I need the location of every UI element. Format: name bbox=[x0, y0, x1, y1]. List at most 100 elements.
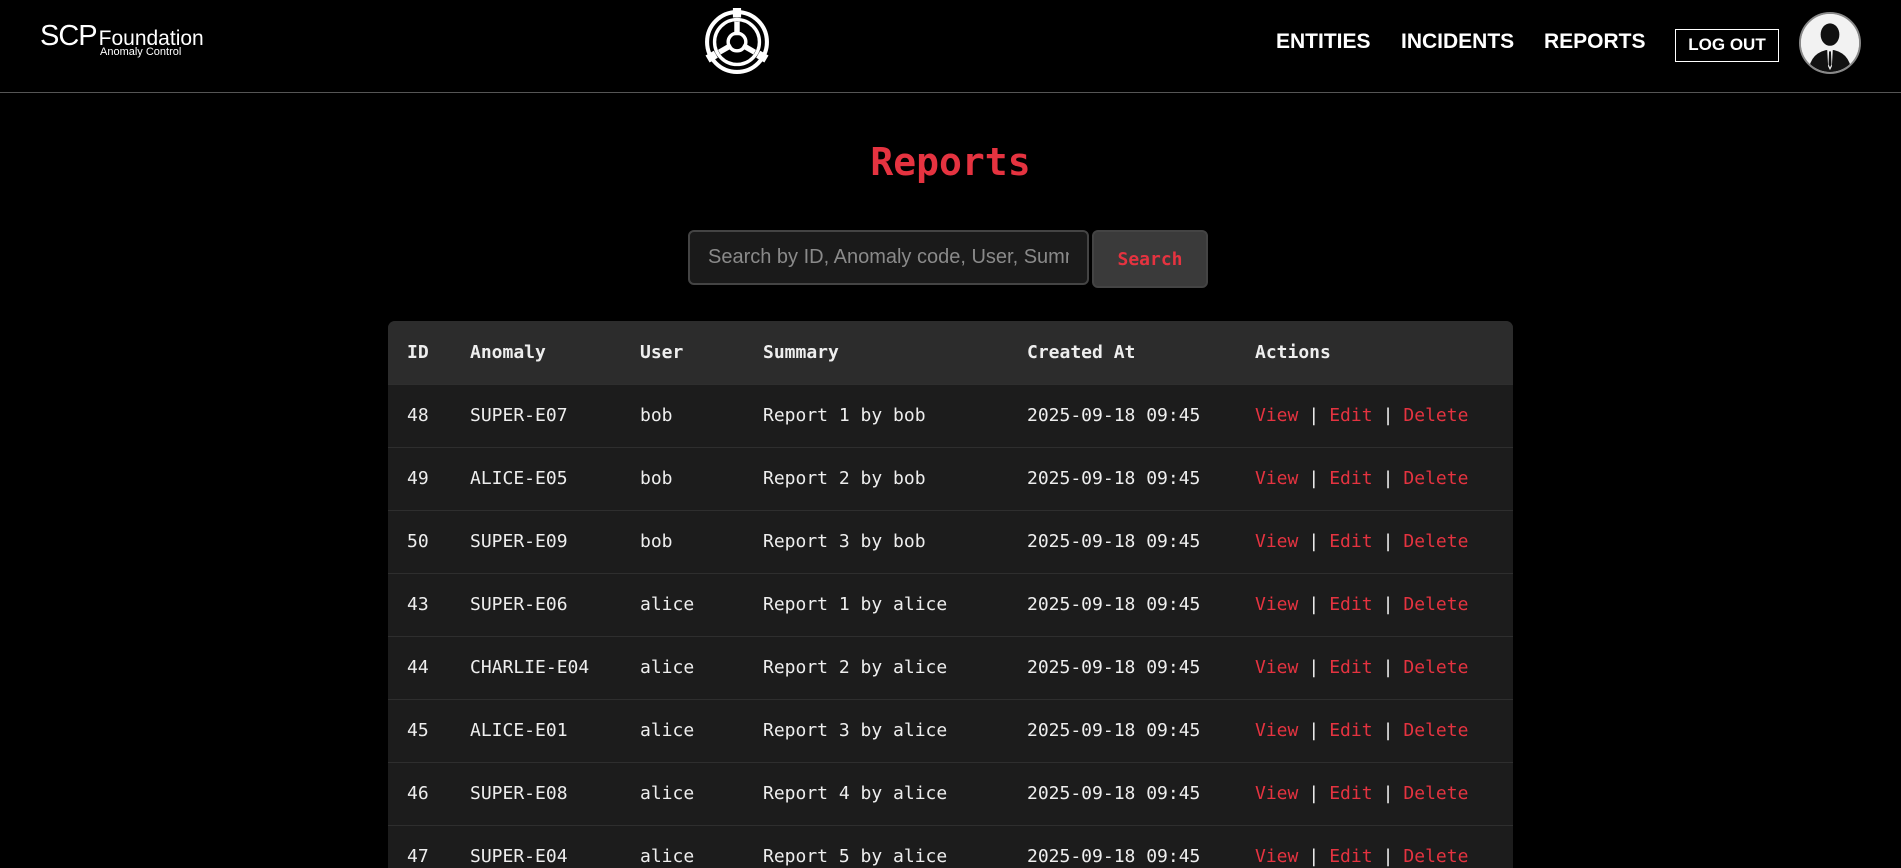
cell-actions: View | Edit | Delete bbox=[1236, 762, 1513, 825]
brand[interactable]: SCPFoundation Anomaly Control bbox=[40, 20, 204, 58]
edit-link[interactable]: Edit bbox=[1329, 468, 1372, 489]
nav-reports[interactable]: REPORTS bbox=[1544, 30, 1646, 54]
cell-user: bob bbox=[640, 531, 673, 552]
action-separator: | bbox=[1308, 720, 1320, 741]
table-header-row: ID Anomaly User Summary Created At Actio… bbox=[388, 321, 1513, 384]
cell-id: 48 bbox=[407, 405, 429, 426]
cell-created-at: 2025-09-18 09:45 bbox=[1027, 468, 1201, 489]
cell-summary: Report 3 by bob bbox=[763, 531, 926, 552]
action-separator: | bbox=[1382, 405, 1394, 426]
brand-subtitle: Anomaly Control bbox=[100, 46, 182, 58]
cell-created-at: 2025-09-18 09:45 bbox=[1027, 531, 1201, 552]
cell-user: alice bbox=[640, 657, 695, 678]
cell-created-at: 2025-09-18 09:45 bbox=[1027, 405, 1201, 426]
table-row: 44 CHARLIE-E04 alice Report 2 by alice 2025-… bbox=[388, 636, 1513, 699]
cell-anomaly: ALICE-E01 bbox=[470, 720, 568, 741]
view-link[interactable]: View bbox=[1255, 468, 1298, 489]
header-created-at: Created At bbox=[1027, 341, 1136, 363]
table-row: 49 ALICE-E05 bob Report 2 by bob 2025-09-18 … bbox=[388, 447, 1513, 510]
header-summary: Summary bbox=[763, 341, 839, 363]
view-link[interactable]: View bbox=[1255, 594, 1298, 615]
delete-link[interactable]: Delete bbox=[1403, 405, 1468, 426]
top-navbar: SCPFoundation Anomaly Control ENTITIES I… bbox=[0, 0, 1901, 93]
cell-user: alice bbox=[640, 720, 695, 741]
cell-id: 47 bbox=[407, 846, 429, 868]
cell-user: bob bbox=[640, 405, 673, 426]
cell-created-at: 2025-09-18 09:45 bbox=[1027, 657, 1201, 678]
table-row: 45 ALICE-E01 alice Report 3 by alice 2025-09… bbox=[388, 699, 1513, 762]
cell-actions: View | Edit | Delete bbox=[1236, 510, 1513, 573]
search-input[interactable] bbox=[688, 230, 1089, 285]
action-separator: | bbox=[1382, 846, 1394, 868]
edit-link[interactable]: Edit bbox=[1329, 846, 1372, 867]
header-anomaly: Anomaly bbox=[470, 341, 546, 363]
cell-anomaly: SUPER-E06 bbox=[470, 594, 568, 615]
delete-link[interactable]: Delete bbox=[1403, 468, 1468, 489]
cell-id: 43 bbox=[407, 594, 429, 615]
edit-link[interactable]: Edit bbox=[1329, 405, 1372, 426]
edit-link[interactable]: Edit bbox=[1329, 531, 1372, 552]
edit-link[interactable]: Edit bbox=[1329, 783, 1372, 804]
cell-actions: View | Edit | Delete bbox=[1236, 573, 1513, 636]
page-title: Reports bbox=[870, 140, 1031, 184]
edit-link[interactable]: Edit bbox=[1329, 594, 1372, 615]
action-separator: | bbox=[1382, 720, 1394, 741]
header-actions: Actions bbox=[1255, 341, 1331, 363]
cell-summary: Report 2 by alice bbox=[763, 657, 948, 678]
view-link[interactable]: View bbox=[1255, 657, 1298, 678]
cell-anomaly: SUPER-E04 bbox=[470, 846, 568, 868]
cell-summary: Report 4 by alice bbox=[763, 783, 948, 804]
view-link[interactable]: View bbox=[1255, 846, 1298, 867]
cell-created-at: 2025-09-18 09:45 bbox=[1027, 720, 1201, 741]
cell-anomaly: SUPER-E07 bbox=[470, 405, 568, 426]
header-id: ID bbox=[407, 341, 429, 363]
cell-id: 44 bbox=[407, 657, 429, 678]
delete-link[interactable]: Delete bbox=[1403, 720, 1468, 741]
action-separator: | bbox=[1382, 783, 1394, 804]
table-row: 47 SUPER-E04 alice Report 5 by alice 2025-09… bbox=[388, 825, 1513, 868]
cell-created-at: 2025-09-18 09:45 bbox=[1027, 846, 1201, 868]
cell-user: alice bbox=[640, 846, 695, 868]
nav-incidents[interactable]: INCIDENTS bbox=[1401, 30, 1514, 54]
delete-link[interactable]: Delete bbox=[1403, 846, 1468, 867]
cell-id: 50 bbox=[407, 531, 429, 552]
view-link[interactable]: View bbox=[1255, 783, 1298, 804]
action-separator: | bbox=[1308, 657, 1320, 678]
delete-link[interactable]: Delete bbox=[1403, 594, 1468, 615]
cell-created-at: 2025-09-18 09:45 bbox=[1027, 594, 1201, 615]
cell-anomaly: CHARLIE-E04 bbox=[470, 657, 590, 678]
search-button[interactable]: Search bbox=[1092, 230, 1208, 288]
action-separator: | bbox=[1308, 846, 1320, 868]
cell-anomaly: ALICE-E05 bbox=[470, 468, 568, 489]
action-separator: | bbox=[1382, 468, 1394, 489]
cell-user: alice bbox=[640, 594, 695, 615]
cell-id: 49 bbox=[407, 468, 429, 489]
cell-summary: Report 1 by alice bbox=[763, 594, 948, 615]
cell-summary: Report 5 by alice bbox=[763, 846, 948, 868]
delete-link[interactable]: Delete bbox=[1403, 783, 1468, 804]
action-separator: | bbox=[1382, 594, 1394, 615]
view-link[interactable]: View bbox=[1255, 720, 1298, 741]
nav-entities[interactable]: ENTITIES bbox=[1276, 30, 1371, 54]
edit-link[interactable]: Edit bbox=[1329, 720, 1372, 741]
scp-logo-icon[interactable] bbox=[703, 8, 771, 76]
cell-id: 45 bbox=[407, 720, 429, 741]
action-separator: | bbox=[1308, 783, 1320, 804]
action-separator: | bbox=[1308, 594, 1320, 615]
delete-link[interactable]: Delete bbox=[1403, 657, 1468, 678]
cell-user: alice bbox=[640, 783, 695, 804]
edit-link[interactable]: Edit bbox=[1329, 657, 1372, 678]
cell-actions: View | Edit | Delete bbox=[1236, 825, 1513, 868]
cell-created-at: 2025-09-18 09:45 bbox=[1027, 783, 1201, 804]
reports-table: ID Anomaly User Summary Created At Actio… bbox=[388, 321, 1513, 868]
logout-button[interactable]: LOG OUT bbox=[1675, 29, 1779, 62]
cell-id: 46 bbox=[407, 783, 429, 804]
view-link[interactable]: View bbox=[1255, 531, 1298, 552]
view-link[interactable]: View bbox=[1255, 405, 1298, 426]
action-separator: | bbox=[1308, 468, 1320, 489]
table-row: 48 SUPER-E07 bob Report 1 by bob 2025-09-18 … bbox=[388, 384, 1513, 447]
delete-link[interactable]: Delete bbox=[1403, 531, 1468, 552]
user-avatar-icon[interactable] bbox=[1799, 12, 1861, 74]
brand-scp: SCP bbox=[40, 20, 98, 52]
table-row: 50 SUPER-E09 bob Report 3 by bob 2025-09-18 … bbox=[388, 510, 1513, 573]
